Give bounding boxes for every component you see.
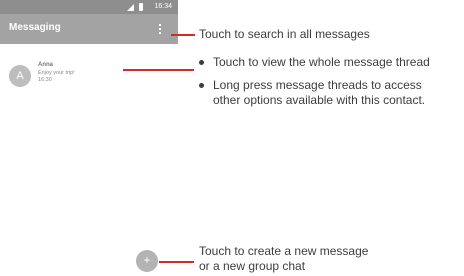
new-message-button[interactable]: + [136, 250, 158, 272]
overflow-menu-icon[interactable] [158, 24, 162, 36]
callout-line-search [171, 34, 195, 36]
annotation-new-message-line2: or a new group chat [199, 259, 306, 273]
annotation-long-press-line1: Long press message threads to access [213, 78, 422, 92]
callout-line-new-message [159, 261, 194, 263]
message-snippet: Enjoy your trip! [38, 70, 75, 76]
app-title: Messaging [9, 22, 61, 33]
message-time: 16:30 [38, 77, 52, 83]
app-bar: Messaging [0, 14, 178, 44]
battery-icon [139, 3, 143, 11]
phone-screen: 16:34 Messaging A Anna Enjoy your trip! … [0, 0, 178, 276]
bullet-icon [199, 60, 204, 65]
contact-name: Anna [38, 62, 53, 68]
annotation-view-thread: Touch to view the whole message thread [199, 55, 430, 70]
annotation-long-press: Long press message threads to access oth… [199, 78, 425, 108]
avatar: A [9, 65, 31, 87]
message-thread-item[interactable]: A Anna Enjoy your trip! 16:30 [0, 58, 178, 92]
annotation-long-press-line2: other options available with this contac… [213, 93, 426, 107]
status-time: 16:34 [154, 3, 172, 10]
signal-icon [127, 4, 134, 11]
annotation-search: Touch to search in all messages [199, 27, 370, 41]
annotation-new-message-line1: Touch to create a new message [199, 244, 369, 258]
status-bar: 16:34 [0, 0, 178, 14]
callout-line-thread [123, 69, 194, 71]
annotation-view-thread-text: Touch to view the whole message thread [213, 55, 430, 69]
annotation-new-message: Touch to create a new message or a new g… [199, 244, 368, 274]
bullet-icon [199, 83, 204, 88]
